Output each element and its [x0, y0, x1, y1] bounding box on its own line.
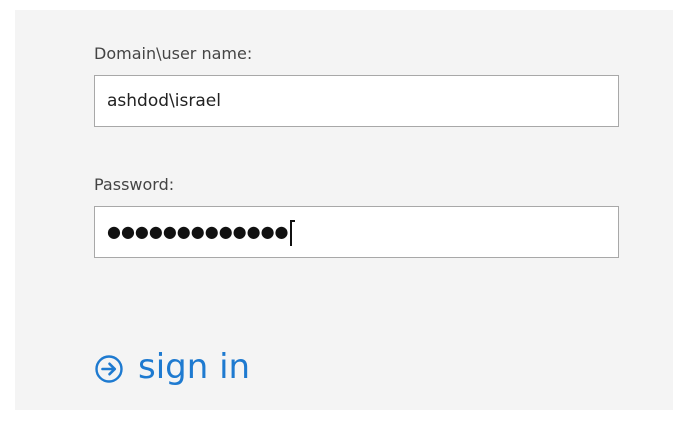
- sign-in-button[interactable]: sign in: [94, 347, 251, 387]
- circle-arrow-right-icon: [94, 354, 124, 384]
- text-cursor: [289, 220, 295, 246]
- username-label: Domain\user name:: [94, 44, 253, 63]
- username-input[interactable]: ashdod\israel: [94, 75, 619, 127]
- password-input[interactable]: ●●●●●●●●●●●●●: [94, 206, 619, 258]
- password-label: Password:: [94, 175, 175, 194]
- password-masked-value: ●●●●●●●●●●●●●: [107, 222, 289, 241]
- sign-in-label: sign in: [138, 347, 251, 387]
- username-value: ashdod\israel: [107, 91, 221, 111]
